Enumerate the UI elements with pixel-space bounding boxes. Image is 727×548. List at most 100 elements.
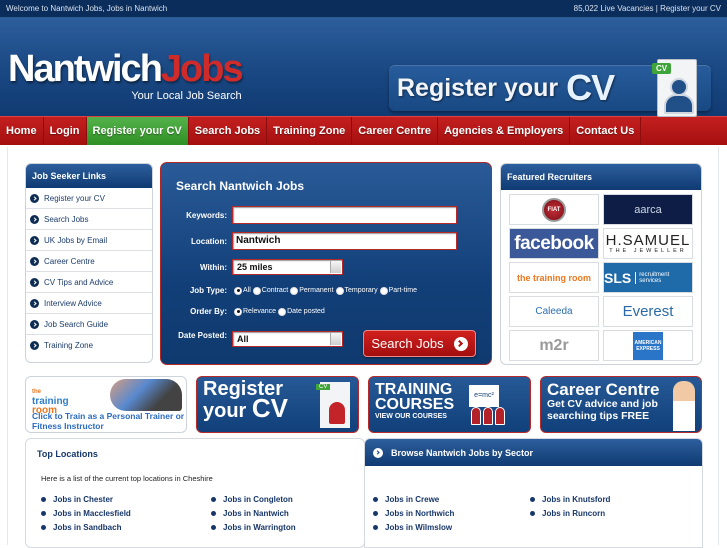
location-link[interactable]: Jobs in Chester (41, 494, 211, 505)
sidebar-item-label: UK Jobs by Email (44, 235, 108, 245)
frame-left-border (7, 147, 8, 545)
radio-order-date-posted[interactable] (278, 307, 287, 316)
within-select[interactable]: 25 miles (232, 259, 343, 275)
date-posted-select[interactable]: All (232, 331, 343, 347)
search-jobs-button[interactable]: Search Jobs (363, 330, 476, 357)
recruiter-logo-facebook[interactable]: facebook (509, 228, 599, 259)
sidebar-item-cv-tips[interactable]: CV Tips and Advice (26, 272, 152, 293)
person-body-icon (664, 94, 694, 114)
nav-search-jobs[interactable]: Search Jobs (189, 117, 268, 145)
nav-register-cv[interactable]: Register your CV (86, 117, 189, 145)
register-cv-top-link[interactable]: Register your CV (660, 4, 721, 13)
location-link[interactable]: Jobs in Nantwich (211, 508, 381, 519)
nav-home[interactable]: Home (0, 117, 44, 145)
person-icon (329, 402, 345, 424)
radio-order-relevance[interactable] (234, 307, 242, 316)
top-locations-list: Jobs in Chester Jobs in Congleton Jobs i… (41, 494, 381, 533)
nav-agencies-employers[interactable]: Agencies & Employers (438, 117, 571, 145)
logo-tagline: Your Local Job Search (131, 90, 242, 102)
person-head-icon (670, 78, 688, 96)
location-link[interactable]: Jobs in Macclesfield (41, 508, 211, 519)
fiat-logo-icon: FIAT (542, 197, 566, 222)
logo-nantwich: Nantwich (8, 48, 163, 90)
location-label: Location: (191, 236, 227, 246)
sidebar-item-job-search-guide[interactable]: Job Search Guide (26, 314, 152, 335)
recruiter-logo-sls[interactable]: SLS recruitment services (603, 262, 693, 293)
sector-link[interactable]: Jobs in Knutsford (530, 494, 687, 505)
recruiter-logo-caleeda[interactable]: Caleeda (509, 296, 599, 327)
search-title: Search Nantwich Jobs (176, 179, 305, 193)
training-room-caption: Click to Train as a Personal Trainer or … (32, 411, 185, 431)
sectors-title: Browse Nantwich Jobs by Sector (391, 447, 534, 458)
site-logo[interactable]: NantwichJobs Your Local Job Search (8, 48, 244, 102)
nav-contact-us[interactable]: Contact Us (570, 117, 642, 145)
register-cv-header-banner[interactable]: Register your CV CV (389, 59, 711, 117)
frame-right-border (718, 147, 719, 545)
banner-line2: COURSES (375, 396, 455, 413)
recruiter-name: Caleeda (535, 306, 573, 317)
recruiter-logo-fiat[interactable]: FIAT (509, 194, 599, 225)
sectors-list: Jobs in Crewe Jobs in Knutsford Jobs in … (373, 494, 687, 533)
recruiter-logo-everest[interactable]: Everest (603, 296, 693, 327)
arrow-right-icon (30, 193, 39, 203)
keywords-input[interactable] (232, 206, 457, 224)
search-button-label: Search Jobs (371, 336, 444, 351)
location-link[interactable]: Jobs in Congleton (211, 494, 381, 505)
arrow-right-icon (373, 447, 383, 458)
sector-link[interactable]: Jobs in Runcorn (530, 508, 687, 519)
recruiter-name: Everest (622, 303, 674, 320)
radio-job-type-all[interactable] (234, 286, 242, 295)
radio-label: Part-time (388, 287, 417, 294)
keywords-label: Keywords: (186, 210, 227, 220)
nav-training-zone[interactable]: Training Zone (267, 117, 353, 145)
trainer-photo (110, 379, 182, 411)
recruiter-logo-american-express[interactable]: AMERICAN EXPRESS (603, 330, 693, 361)
recruiter-logo-training-room[interactable]: the training room (509, 262, 599, 293)
banner-title: Career Centre (547, 380, 660, 399)
sidebar-item-label: Interview Advice (44, 298, 102, 308)
radio-label: Date posted (287, 308, 325, 315)
sidebar-item-uk-jobs-email[interactable]: UK Jobs by Email (26, 230, 152, 251)
sidebar-item-training-zone[interactable]: Training Zone (26, 335, 152, 356)
arrow-right-icon (30, 256, 39, 266)
sector-link[interactable]: Jobs in Crewe (373, 494, 530, 505)
location-link[interactable]: Jobs in Sandbach (41, 522, 211, 533)
radio-job-type-permanent[interactable] (290, 286, 299, 295)
radio-job-type-temporary[interactable] (335, 286, 344, 295)
sidebar-item-label: Career Centre (44, 256, 95, 266)
location-link[interactable]: Jobs in Warrington (211, 522, 381, 533)
recruiter-logo-aarca[interactable]: aarca (603, 194, 693, 225)
sidebar-item-interview-advice[interactable]: Interview Advice (26, 293, 152, 314)
job-type-radios: All Contract Permanent Temporary Part-ti… (232, 286, 417, 295)
top-locations-title: Top Locations (37, 449, 98, 459)
register-cv-banner-title: Register your CV (203, 379, 288, 421)
banner-line3: VIEW OUR COURSES (375, 413, 447, 420)
recruiter-logo-hsamuel[interactable]: H.SAMUEL THE JEWELLER (603, 228, 693, 259)
within-label: Within: (199, 262, 227, 272)
separator: | (655, 4, 658, 13)
register-cv-banner[interactable]: Register your CV CV (196, 376, 359, 433)
sidebar-item-register-cv[interactable]: Register your CV (26, 188, 152, 209)
recruiter-logo-m2r[interactable]: m2r (509, 330, 599, 361)
training-courses-banner[interactable]: TRAINING COURSES VIEW OUR COURSES e=mc² (368, 376, 531, 433)
students-icon (471, 407, 505, 425)
radio-job-type-part-time[interactable] (379, 286, 388, 295)
radio-job-type-contract[interactable] (252, 286, 261, 295)
arrow-right-icon (30, 319, 39, 329)
sector-link[interactable]: Jobs in Wilmslow (373, 522, 530, 533)
nav-login[interactable]: Login (44, 117, 87, 145)
nav-career-centre[interactable]: Career Centre (352, 117, 439, 145)
location-input[interactable]: Nantwich (232, 232, 457, 250)
training-courses-title: TRAINING COURSES VIEW OUR COURSES (375, 382, 454, 421)
recruiter-name: AMERICAN EXPRESS (633, 331, 663, 360)
radio-label: Relevance (243, 308, 277, 315)
order-by-label: Order By: (190, 307, 227, 316)
sectors-header[interactable]: Browse Nantwich Jobs by Sector (365, 439, 702, 466)
career-centre-banner[interactable]: Career Centre Get CV advice and job sear… (540, 376, 702, 433)
training-room-banner[interactable]: the training room Click to Train as a Pe… (25, 376, 187, 433)
date-posted-value: All (237, 334, 249, 344)
job-seeker-links-title: Job Seeker Links (26, 164, 152, 188)
sidebar-item-career-centre[interactable]: Career Centre (26, 251, 152, 272)
sidebar-item-search-jobs[interactable]: Search Jobs (26, 209, 152, 230)
sector-link[interactable]: Jobs in Northwich (373, 508, 530, 519)
